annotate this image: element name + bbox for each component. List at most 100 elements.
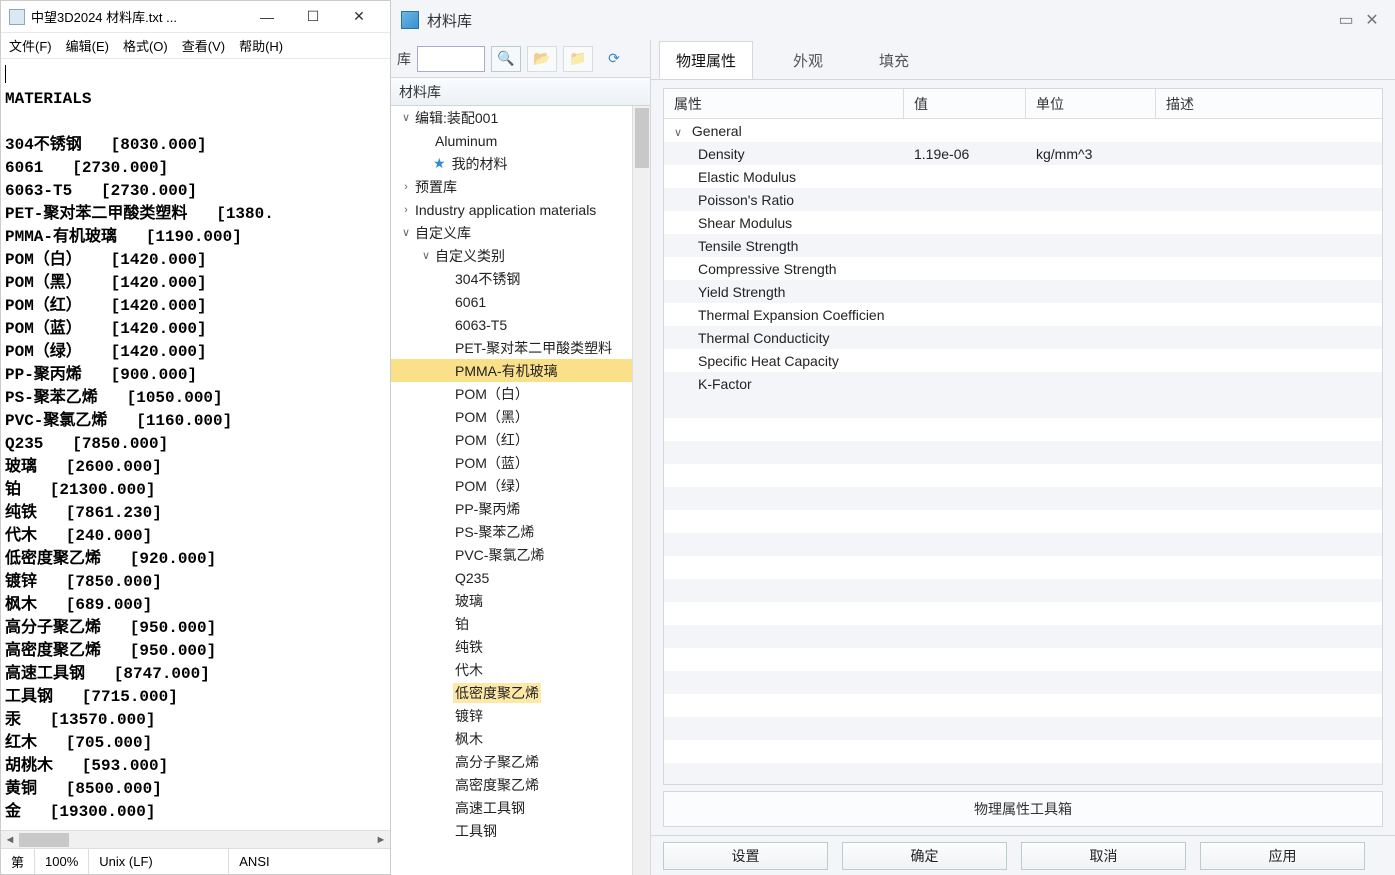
tree-twisty-icon[interactable]: › xyxy=(399,204,413,216)
matlib-maximize-button[interactable]: ▭ xyxy=(1333,7,1359,33)
tree-item[interactable]: ∨自定义库 xyxy=(391,221,632,244)
tree-item[interactable]: 6063-T5 xyxy=(391,313,632,336)
material-tree[interactable]: ∨编辑:装配001Aluminum★我的材料›预置库›Industry appl… xyxy=(391,106,632,875)
notepad-hscrollbar[interactable]: ◄ ► xyxy=(1,830,390,848)
menu-item[interactable]: 查看(V) xyxy=(182,36,225,55)
tree-item[interactable]: 工具钢 xyxy=(391,819,632,842)
tree-item[interactable]: PP-聚丙烯 xyxy=(391,497,632,520)
property-row[interactable]: Specific Heat Capacity xyxy=(664,349,1382,372)
tree-item[interactable]: 铂 xyxy=(391,612,632,635)
tree-item[interactable]: ∨自定义类别 xyxy=(391,244,632,267)
property-row[interactable]: Density1.19e-06kg/mm^3 xyxy=(664,142,1382,165)
property-row[interactable]: Poisson's Ratio xyxy=(664,188,1382,211)
col-header-attr[interactable]: 属性 xyxy=(664,89,904,118)
tree-scroll-thumb[interactable] xyxy=(635,108,649,168)
tree-item[interactable]: POM（红） xyxy=(391,428,632,451)
group-twisty-icon[interactable]: ∨ xyxy=(674,126,688,139)
tree-twisty-icon[interactable]: ∨ xyxy=(419,249,433,262)
matlib-close-button[interactable]: ✕ xyxy=(1359,7,1385,33)
tab-1[interactable]: 外观 xyxy=(777,41,839,79)
tree-header: 材料库 xyxy=(391,78,650,106)
tree-item[interactable]: Q235 xyxy=(391,566,632,589)
tree-item[interactable]: PMMA-有机玻璃 xyxy=(391,359,632,382)
tree-item[interactable]: 枫木 xyxy=(391,727,632,750)
matlib-titlebar[interactable]: 材料库 ▭ ✕ xyxy=(391,0,1395,40)
settings-button[interactable]: 设置 xyxy=(663,842,828,870)
tree-item[interactable]: 代木 xyxy=(391,658,632,681)
scroll-left-icon[interactable]: ◄ xyxy=(1,831,19,849)
lib-label: 库 xyxy=(397,49,411,69)
close-button[interactable]: ✕ xyxy=(336,2,382,32)
tree-item[interactable]: 镀锌 xyxy=(391,704,632,727)
property-row[interactable]: K-Factor xyxy=(664,372,1382,395)
property-table-header: 属性 值 单位 描述 xyxy=(664,89,1382,119)
col-header-desc[interactable]: 描述 xyxy=(1156,89,1382,118)
new-folder-button[interactable]: 📁 xyxy=(563,46,593,72)
tree-item[interactable]: 低密度聚乙烯 xyxy=(391,681,632,704)
tree-item[interactable]: 玻璃 xyxy=(391,589,632,612)
apply-button[interactable]: 应用 xyxy=(1200,842,1365,870)
notepad-titlebar[interactable]: 中望3D2024 材料库.txt ... — ☐ ✕ xyxy=(1,1,390,33)
lib-search-input[interactable] xyxy=(417,46,485,72)
tree-twisty-icon[interactable]: › xyxy=(399,181,413,193)
tree-item[interactable]: PET-聚对苯二甲酸类塑料 xyxy=(391,336,632,359)
notepad-text-area[interactable]: MATERIALS 304不锈钢 [8030.000] 6061 [2730.0… xyxy=(1,59,390,830)
scroll-right-icon[interactable]: ► xyxy=(372,831,390,849)
menu-item[interactable]: 帮助(H) xyxy=(239,36,283,55)
minimize-button[interactable]: — xyxy=(244,2,290,32)
property-group-row[interactable]: ∨ General xyxy=(664,119,1382,142)
tree-item-label: 高速工具钢 xyxy=(453,798,527,818)
prop-attr: Shear Modulus xyxy=(664,215,904,231)
scroll-thumb[interactable] xyxy=(19,833,69,847)
tree-item[interactable]: PS-聚苯乙烯 xyxy=(391,520,632,543)
tree-item[interactable]: 高速工具钢 xyxy=(391,796,632,819)
property-row[interactable]: Thermal Expansion Coefficien xyxy=(664,303,1382,326)
menu-item[interactable]: 文件(F) xyxy=(9,36,52,55)
tree-item[interactable]: 6061 xyxy=(391,290,632,313)
tree-twisty-icon[interactable]: ∨ xyxy=(399,111,413,124)
property-row[interactable]: Tensile Strength xyxy=(664,234,1382,257)
tree-item[interactable]: ›Industry application materials xyxy=(391,198,632,221)
col-header-unit[interactable]: 单位 xyxy=(1026,89,1156,118)
tree-item[interactable]: POM（绿） xyxy=(391,474,632,497)
tree-vscrollbar[interactable] xyxy=(632,106,650,875)
tree-item[interactable]: ›预置库 xyxy=(391,175,632,198)
tab-2[interactable]: 填充 xyxy=(863,41,925,79)
physics-toolbox-button[interactable]: 物理属性工具箱 xyxy=(663,791,1383,827)
property-row[interactable]: Elastic Modulus xyxy=(664,165,1382,188)
tree-item[interactable]: 纯铁 xyxy=(391,635,632,658)
col-header-value[interactable]: 值 xyxy=(904,89,1026,118)
search-button[interactable]: 🔍 xyxy=(491,46,521,72)
tree-item-label: Q235 xyxy=(453,570,491,586)
tree-item[interactable]: 高分子聚乙烯 xyxy=(391,750,632,773)
ok-button[interactable]: 确定 xyxy=(842,842,1007,870)
tree-item[interactable]: 304不锈钢 xyxy=(391,267,632,290)
menu-item[interactable]: 格式(O) xyxy=(123,36,168,55)
text-caret xyxy=(5,65,6,83)
tab-0[interactable]: 物理属性 xyxy=(659,41,753,79)
tree-item[interactable]: POM（白） xyxy=(391,382,632,405)
scroll-track[interactable] xyxy=(19,831,372,849)
prop-attr: Compressive Strength xyxy=(664,261,904,277)
tree-item[interactable]: 高密度聚乙烯 xyxy=(391,773,632,796)
tree-twisty-icon[interactable]: ∨ xyxy=(399,226,413,239)
tree-item[interactable]: ∨编辑:装配001 xyxy=(391,106,632,129)
open-folder-button[interactable]: 📂 xyxy=(527,46,557,72)
prop-value[interactable]: 1.19e-06 xyxy=(904,146,1026,162)
prop-attr: Yield Strength xyxy=(664,284,904,300)
menu-item[interactable]: 编辑(E) xyxy=(66,36,109,55)
tree-item[interactable]: Aluminum xyxy=(391,129,632,152)
property-row[interactable]: Thermal Conducticity xyxy=(664,326,1382,349)
tree-item[interactable]: POM（蓝） xyxy=(391,451,632,474)
matlib-left-panel: 库 🔍 📂 📁 ⟳ 材料库 ∨编辑:装配001Aluminum★我的材料›预置库… xyxy=(391,40,651,875)
refresh-button[interactable]: ⟳ xyxy=(599,46,629,72)
tree-item-label: Industry application materials xyxy=(413,202,598,218)
maximize-button[interactable]: ☐ xyxy=(290,2,336,32)
property-row[interactable]: Compressive Strength xyxy=(664,257,1382,280)
tree-item[interactable]: PVC-聚氯乙烯 xyxy=(391,543,632,566)
property-row[interactable]: Yield Strength xyxy=(664,280,1382,303)
property-row[interactable]: Shear Modulus xyxy=(664,211,1382,234)
cancel-button[interactable]: 取消 xyxy=(1021,842,1186,870)
tree-item[interactable]: ★我的材料 xyxy=(391,152,632,175)
tree-item[interactable]: POM（黑） xyxy=(391,405,632,428)
